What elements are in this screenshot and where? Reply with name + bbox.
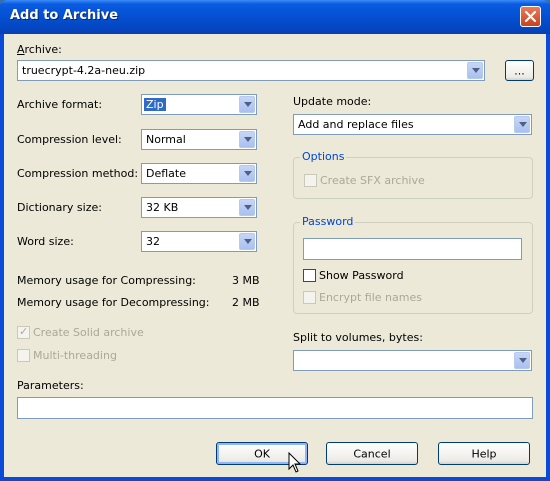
archive-format-label: Archive format:	[17, 98, 103, 111]
compression-method-combo[interactable]: Deflate	[141, 163, 257, 184]
browse-button[interactable]: ...	[505, 60, 534, 81]
create-sfx-label: Create SFX archive	[320, 174, 425, 187]
dictionary-size-value: 32 KB	[146, 201, 179, 214]
word-size-value: 32	[146, 235, 160, 248]
help-button-label: Help	[471, 447, 497, 460]
parameters-label: Parameters:	[17, 379, 84, 392]
help-button[interactable]: Help	[438, 442, 530, 465]
password-group-title: Password	[300, 215, 356, 228]
compression-level-label: Compression level:	[17, 133, 122, 146]
memory-compress-label: Memory usage for Compressing:	[17, 274, 196, 287]
dictionary-size-label: Dictionary size:	[17, 201, 102, 214]
mouse-pointer-icon	[288, 452, 302, 473]
chevron-down-icon[interactable]	[239, 233, 255, 250]
archive-path-value: truecrypt-4.2a-neu.zip	[22, 64, 146, 77]
word-size-label: Word size:	[17, 235, 74, 248]
parameters-input[interactable]	[17, 397, 533, 419]
archive-format-value: Zip	[144, 98, 166, 111]
compression-method-label: Compression method:	[17, 167, 139, 180]
multithreading-checkbox[interactable]	[17, 349, 30, 362]
password-input[interactable]	[303, 238, 522, 260]
chevron-down-icon[interactable]	[239, 96, 255, 113]
archive-format-combo[interactable]: Zip	[141, 94, 257, 115]
compression-level-combo[interactable]: Normal	[141, 129, 257, 150]
chevron-down-icon[interactable]	[239, 165, 255, 182]
show-password-checkbox[interactable]	[303, 269, 316, 282]
close-button[interactable]	[520, 6, 541, 27]
close-icon	[524, 10, 537, 23]
update-mode-value: Add and replace files	[298, 118, 414, 131]
cancel-button-label: Cancel	[353, 447, 391, 460]
chevron-down-icon[interactable]	[239, 131, 255, 148]
memory-decompress-label: Memory usage for Decompressing:	[17, 296, 210, 309]
window-title: Add to Archive	[10, 8, 119, 23]
create-sfx-checkbox[interactable]	[304, 174, 317, 187]
update-mode-label: Update mode:	[293, 95, 372, 108]
cancel-button[interactable]: Cancel	[326, 442, 418, 465]
options-group-title: Options	[300, 150, 347, 163]
chevron-down-icon[interactable]	[514, 352, 530, 369]
dictionary-size-combo[interactable]: 32 KB	[141, 197, 257, 218]
dialog-body: Archive: truecrypt-4.2a-neu.zip ... Arch…	[4, 34, 546, 477]
show-password-label: Show Password	[319, 269, 404, 282]
split-volumes-combo[interactable]	[293, 350, 532, 371]
check-icon: ✓	[19, 325, 29, 338]
dialog-window: Add to Archive Archive: truecrypt-4.2a-n…	[0, 0, 550, 481]
solid-archive-checkbox[interactable]: ✓	[17, 325, 30, 339]
compression-level-value: Normal	[146, 133, 186, 146]
memory-decompress-value: 2 MB	[232, 296, 260, 309]
solid-archive-label: Create Solid archive	[33, 326, 144, 339]
browse-button-label: ...	[514, 64, 525, 77]
split-volumes-label: Split to volumes, bytes:	[293, 331, 423, 344]
multithreading-label: Multi-threading	[33, 349, 117, 362]
chevron-down-icon[interactable]	[239, 199, 255, 216]
password-group: Password Show Password Encrypt file name…	[293, 215, 533, 314]
compression-method-value: Deflate	[146, 167, 186, 180]
archive-path-combo[interactable]: truecrypt-4.2a-neu.zip	[17, 60, 485, 81]
options-group: Options Create SFX archive	[293, 150, 533, 199]
chevron-down-icon[interactable]	[467, 62, 483, 79]
update-mode-combo[interactable]: Add and replace files	[293, 114, 532, 135]
encrypt-file-names-label: Encrypt file names	[319, 291, 422, 304]
title-bar[interactable]: Add to Archive	[0, 0, 550, 34]
memory-compress-value: 3 MB	[232, 274, 260, 287]
encrypt-file-names-checkbox[interactable]	[303, 291, 316, 304]
chevron-down-icon[interactable]	[514, 116, 530, 133]
archive-label: Archive:	[17, 43, 62, 56]
word-size-combo[interactable]: 32	[141, 231, 257, 252]
